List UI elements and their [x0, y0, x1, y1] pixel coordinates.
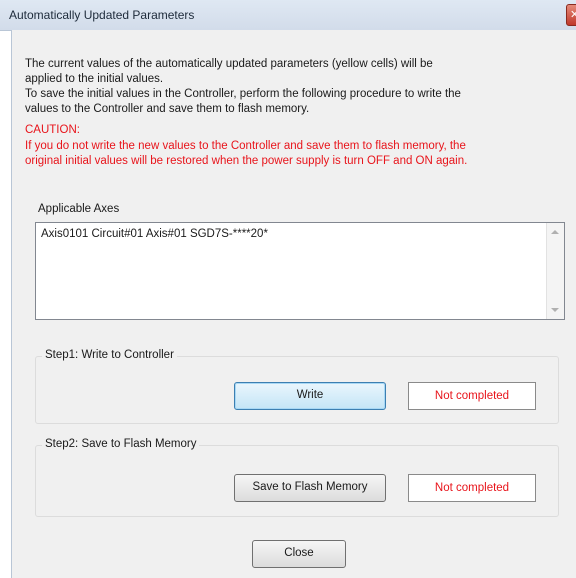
close-button[interactable]: Close: [252, 540, 346, 568]
list-item[interactable]: Axis0101 Circuit#01 Axis#01 SGD7S-****20…: [41, 228, 268, 240]
close-icon: ✕: [570, 9, 576, 21]
window-close-button[interactable]: ✕: [566, 4, 576, 26]
caution-line-2: original initial values will be restored…: [25, 155, 468, 167]
description-line-1: The current values of the automatically …: [25, 58, 433, 70]
applicable-axes-label: Applicable Axes: [38, 203, 120, 215]
applicable-axes-list[interactable]: Axis0101 Circuit#01 Axis#01 SGD7S-****20…: [35, 222, 565, 320]
step1-title: Step1: Write to Controller: [42, 349, 177, 361]
write-button[interactable]: Write: [234, 382, 386, 410]
window-title: Automatically Updated Parameters: [9, 8, 195, 22]
scroll-down-icon[interactable]: [551, 308, 559, 312]
save-to-flash-button[interactable]: Save to Flash Memory: [234, 474, 386, 502]
title-bar: Automatically Updated Parameters ✕: [0, 0, 576, 31]
scroll-up-icon[interactable]: [551, 230, 559, 234]
list-scrollbar[interactable]: [546, 223, 564, 319]
caution-label: CAUTION:: [25, 124, 80, 136]
description-line-4: values to the Controller and save them t…: [25, 103, 310, 115]
description-line-2: applied to the initial values.: [25, 73, 164, 85]
step1-status: Not completed: [408, 382, 536, 410]
step2-title: Step2: Save to Flash Memory: [42, 438, 200, 450]
step2-status: Not completed: [408, 474, 536, 502]
caution-line-1: If you do not write the new values to th…: [25, 140, 466, 152]
description-line-3: To save the initial values in the Contro…: [25, 88, 461, 100]
